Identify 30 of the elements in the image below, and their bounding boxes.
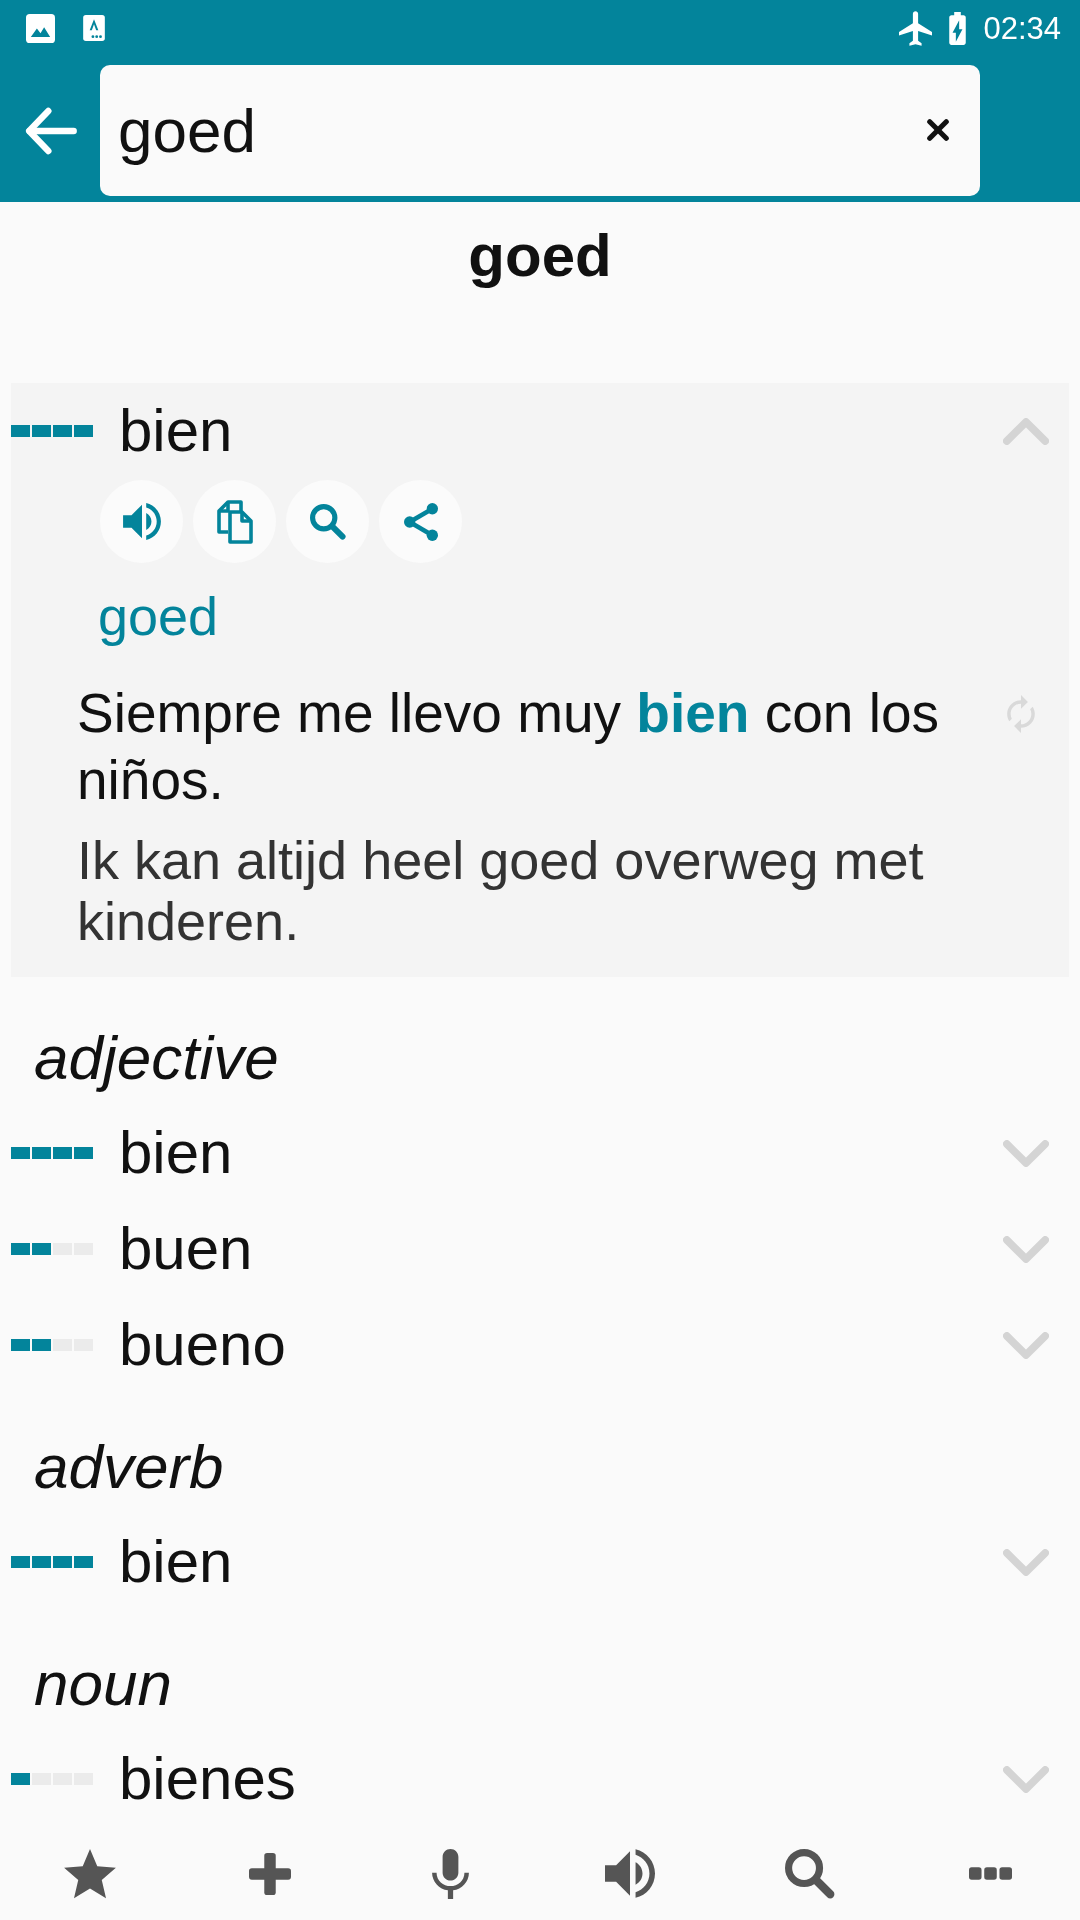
star-icon[interactable]	[64, 1848, 116, 1899]
search-icon	[309, 503, 346, 540]
translation-word: bien	[119, 1527, 234, 1597]
example-sentence: Siempre me llevo muy bien con los niños.	[77, 681, 940, 813]
microphone-icon[interactable]	[431, 1848, 469, 1899]
example-translation: Ik kan altijd heel goed overweg met kinderen.	[77, 830, 925, 952]
translation-word: buen	[119, 1214, 254, 1284]
status-time: 02:34	[983, 12, 1061, 44]
part-of-speech-label: adjective	[33, 1022, 280, 1094]
plus-icon[interactable]	[249, 1852, 291, 1895]
share-icon	[403, 502, 438, 541]
headword: goed	[467, 221, 613, 291]
translation-word: bueno	[119, 1310, 287, 1380]
part-of-speech-label: adverb	[33, 1431, 225, 1503]
translation-word: bien	[119, 396, 234, 466]
translation-word: bienes	[119, 1744, 297, 1814]
battery-charging-icon	[949, 11, 967, 45]
search-icon[interactable]	[785, 1848, 835, 1899]
search-field[interactable]: goed	[100, 65, 980, 196]
notification-icon	[83, 15, 105, 41]
close-icon[interactable]	[927, 119, 949, 141]
image-icon	[26, 13, 55, 43]
source-word: goed	[97, 585, 220, 648]
more-icon[interactable]	[968, 1867, 1012, 1880]
speaker-icon	[122, 503, 161, 540]
copy-icon	[216, 499, 253, 544]
translation-word: bien	[119, 1118, 234, 1188]
part-of-speech-label: noun	[33, 1648, 173, 1720]
airplane-icon	[899, 10, 933, 46]
speaker-icon[interactable]	[605, 1849, 655, 1898]
